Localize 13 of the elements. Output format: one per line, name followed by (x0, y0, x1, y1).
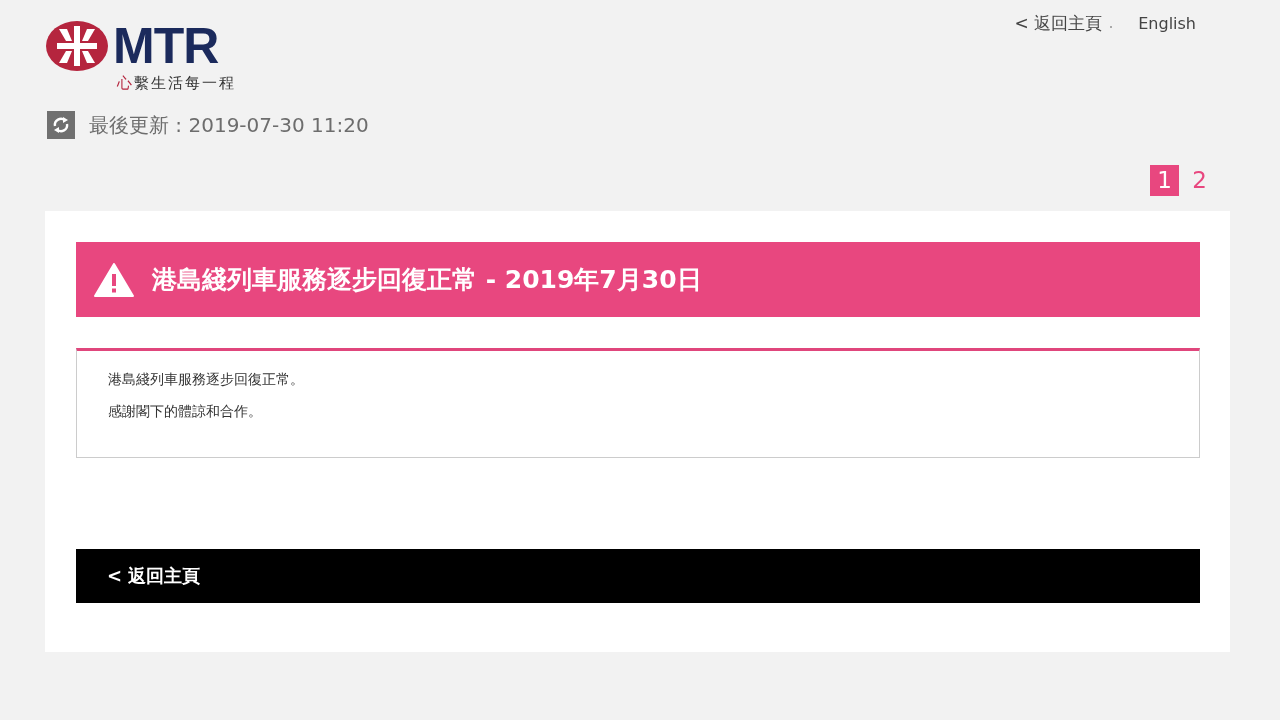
logo-tagline: 心繫生活每一程 (117, 74, 236, 93)
alert-title: 港島綫列車服務逐步回復正常 - 2019年7月30日 (152, 264, 702, 296)
message-text: 感謝閣下的體諒和合作。 (108, 403, 263, 421)
home-link[interactable]: < 返回主頁 (1014, 12, 1103, 35)
message-text: 港島綫列車服務逐步回復正常。 (108, 371, 305, 389)
logo-icon (45, 20, 109, 72)
refresh-icon[interactable] (47, 111, 75, 139)
warning-icon (94, 262, 134, 297)
last-updated-text: 最後更新 : 2019-07-30 11:20 (89, 111, 369, 139)
logo-wordmark: MTR (113, 21, 219, 71)
back-home-link[interactable]: < 返回主頁 (76, 549, 1200, 603)
page-link[interactable]: 1 (1150, 165, 1179, 196)
language-link[interactable]: English (1138, 14, 1196, 33)
